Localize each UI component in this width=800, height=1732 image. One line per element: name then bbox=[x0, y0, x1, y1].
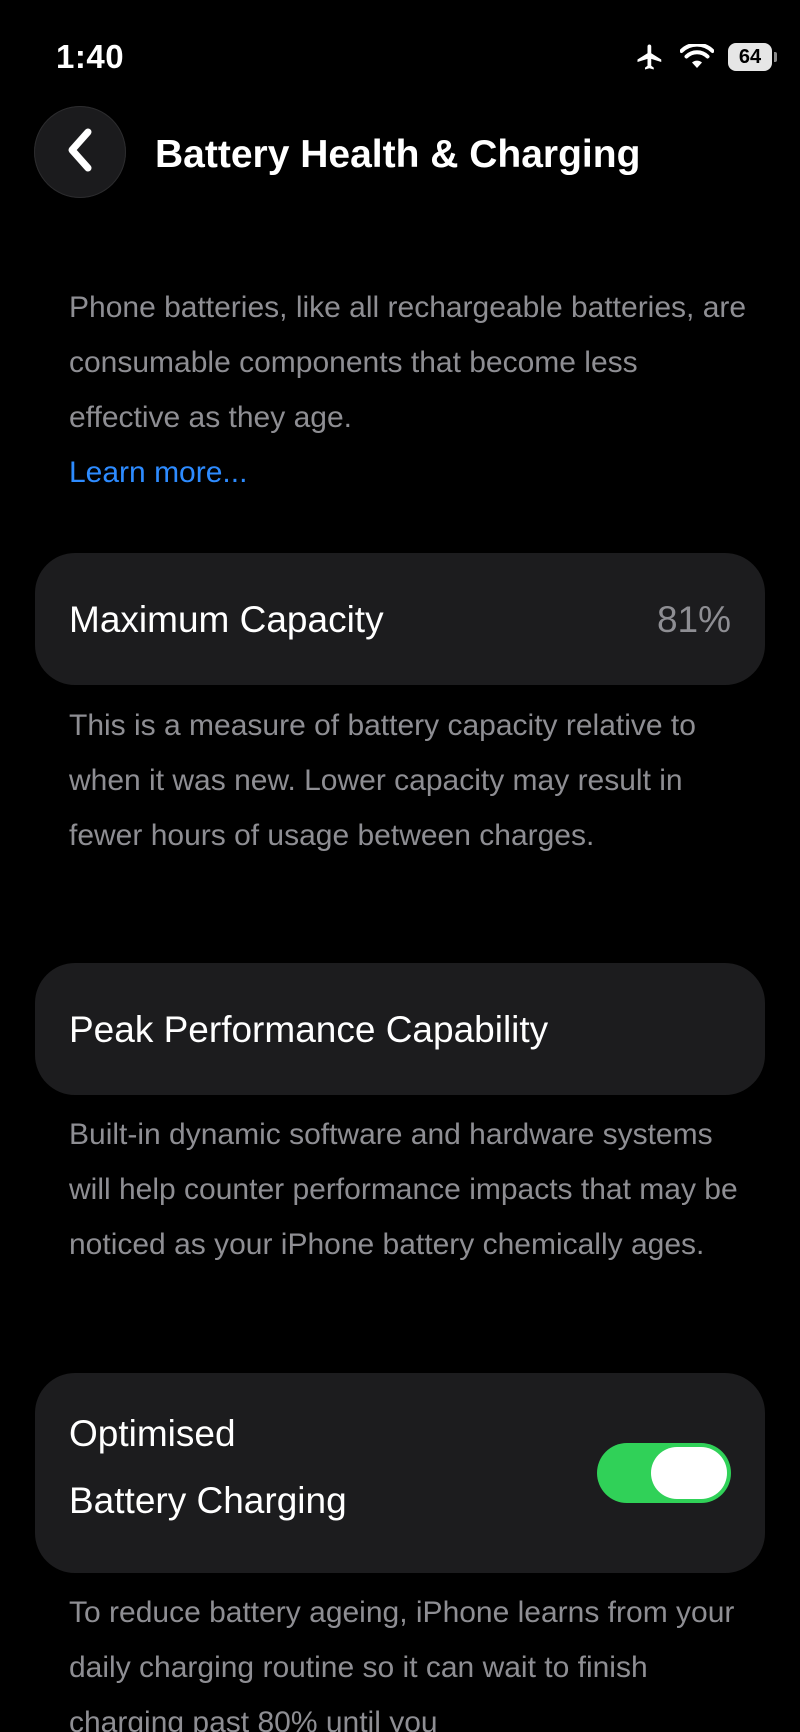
status-time: 1:40 bbox=[56, 38, 125, 75]
learn-more-link[interactable]: Learn more... bbox=[69, 445, 749, 500]
maximum-capacity-label: Maximum Capacity bbox=[69, 599, 384, 640]
peak-performance-footer: Built-in dynamic software and hardware s… bbox=[69, 1118, 738, 1261]
peak-performance-label: Peak Performance Capability bbox=[69, 1009, 549, 1050]
battery-icon: 64 bbox=[728, 43, 777, 71]
maximum-capacity-footer: This is a measure of battery capacity re… bbox=[69, 709, 696, 852]
nav-bar: Battery Health & Charging bbox=[0, 100, 800, 210]
airplane-icon bbox=[634, 42, 666, 72]
toggle-knob bbox=[651, 1447, 727, 1499]
optimised-charging-row: Optimised Battery Charging bbox=[35, 1373, 765, 1573]
chevron-left-icon bbox=[62, 126, 98, 179]
status-icons: 64 bbox=[634, 42, 777, 72]
page-title: Battery Health & Charging bbox=[155, 133, 641, 176]
optimised-charging-label-line2: Battery Charging bbox=[69, 1480, 347, 1521]
maximum-capacity-row: Maximum Capacity 81% bbox=[35, 553, 765, 685]
wifi-icon bbox=[680, 44, 714, 70]
status-bar: 1:40 64 bbox=[0, 0, 800, 110]
maximum-capacity-value: 81% bbox=[656, 599, 731, 640]
optimised-charging-label-line1: Optimised bbox=[69, 1413, 236, 1454]
optimised-charging-toggle[interactable] bbox=[597, 1443, 731, 1503]
intro-text: Phone batteries, like all rechargeable b… bbox=[69, 291, 747, 434]
back-button[interactable] bbox=[34, 106, 126, 198]
intro-description: Phone batteries, like all rechargeable b… bbox=[69, 280, 749, 500]
peak-performance-row: Peak Performance Capability bbox=[35, 963, 765, 1095]
optimised-charging-footer: To reduce battery ageing, iPhone learns … bbox=[69, 1596, 735, 1732]
